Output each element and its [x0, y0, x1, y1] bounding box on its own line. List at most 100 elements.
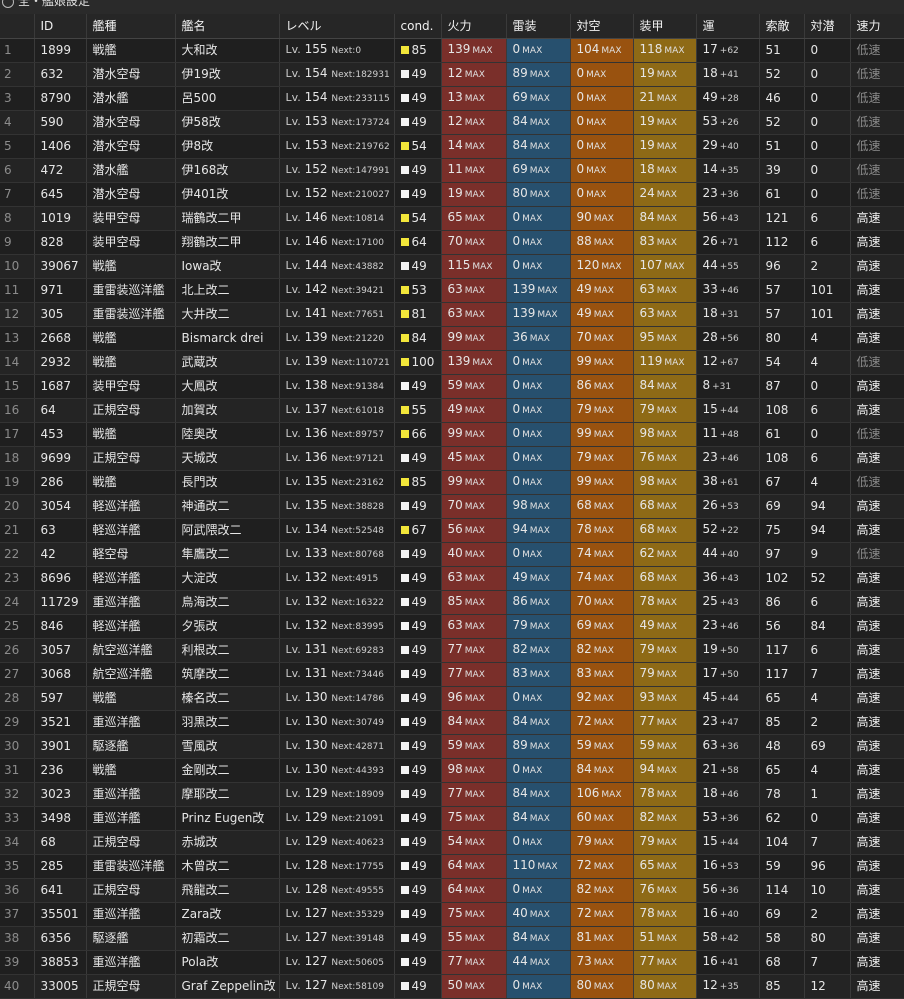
column-header-anti-air[interactable]: 対空: [570, 14, 634, 39]
table-header: ID 艦種 艦名 レベル cond. 火力 雷装 対空 装甲運索敵 対潜 速力: [0, 14, 904, 39]
table-row[interactable]: 21 63 軽巡洋艦 阿武隈改二 Lv. 134 Next:52548 67 56 MAX 94…: [0, 518, 904, 543]
column-header-luck[interactable]: 運: [696, 14, 760, 39]
table-row[interactable]: 33 3498 重巡洋艦 Prinz Eugen改 Lv. 129 Next:21091…: [0, 806, 904, 831]
ship-cond: 49: [394, 782, 442, 807]
table-row[interactable]: 10 39067 戦艦 Iowa改 Lv. 144 Next:43882 49 115 MAX…: [0, 254, 904, 279]
luck-remaining: +36: [719, 886, 739, 896]
stat-firepower: 19 MAX: [441, 182, 507, 207]
table-row[interactable]: 8 1019 装甲空母 瑞鶴改二甲 Lv. 146 Next:10814 54 65 MAX 0…: [0, 206, 904, 231]
table-row[interactable]: 24 11729 重巡洋艦 鳥海改二 Lv. 132 Next:16322 49 85 MAX…: [0, 590, 904, 615]
table-row[interactable]: 39 38853 重巡洋艦 Pola改 Lv. 127 Next:50605 49 77 MA…: [0, 950, 904, 975]
max-label: MAX: [464, 454, 485, 464]
table-row[interactable]: 38 6356 駆逐艦 初霜改二 Lv. 127 Next:39148 49 55 MAX 84…: [0, 926, 904, 951]
table-row[interactable]: 12 305 重雷装巡洋艦 大井改二 Lv. 141 Next:77651 81 63 MAX…: [0, 302, 904, 327]
ship-id: 64: [34, 398, 87, 423]
column-header-los[interactable]: 索敵: [759, 14, 805, 39]
table-row[interactable]: 3 8790 潜水艦 呂500 Lv. 154 Next:233115 49 13 MAX 69…: [0, 86, 904, 111]
row-number: 32: [0, 782, 35, 807]
max-label: MAX: [593, 454, 614, 464]
column-header-row-number[interactable]: [0, 14, 35, 39]
table-row[interactable]: 32 3023 重巡洋艦 摩耶改二 Lv. 129 Next:18909 49 77 MAX 8…: [0, 782, 904, 807]
luck-value: 28: [702, 330, 718, 344]
luck-value: 15: [702, 402, 718, 416]
firepower-value: 65: [447, 210, 463, 224]
table-row[interactable]: 18 9699 正規空母 天城改 Lv. 136 Next:97121 49 45 MAX 0 M…: [0, 446, 904, 471]
luck-remaining: +22: [719, 526, 739, 536]
next-exp-value: 80768: [355, 550, 384, 560]
stat-torpedo: 86 MAX: [506, 590, 571, 615]
column-header-cond[interactable]: cond.: [394, 14, 442, 39]
table-row[interactable]: 26 3057 航空巡洋艦 利根改二 Lv. 131 Next:69283 49 77 MAX…: [0, 638, 904, 663]
level-prefix: Lv.: [285, 739, 301, 752]
level-value: 152: [304, 186, 328, 200]
max-label: MAX: [593, 214, 614, 224]
column-header-firepower[interactable]: 火力: [441, 14, 507, 39]
table-row[interactable]: 22 42 軽空母 隼鷹改二 Lv. 133 Next:80768 49 40 MAX 0 MAX…: [0, 542, 904, 567]
table-row[interactable]: 28 597 戦艦 榛名改二 Lv. 130 Next:14786 49 96 MAX 0 MAX…: [0, 686, 904, 711]
column-header-torpedo[interactable]: 雷装: [506, 14, 571, 39]
firepower-value: 55: [447, 930, 463, 944]
column-header-ship-type[interactable]: 艦種: [86, 14, 176, 39]
table-row[interactable]: 27 3068 航空巡洋艦 筑摩改二 Lv. 131 Next:73446 49 77 MAX…: [0, 662, 904, 687]
luck-value: 26: [702, 234, 718, 248]
window-icon[interactable]: [2, 0, 14, 8]
table-row[interactable]: 4 590 潜水空母 伊58改 Lv. 153 Next:173724 49 12 MAX 84…: [0, 110, 904, 135]
max-label: MAX: [664, 262, 685, 272]
stat-torpedo: 94 MAX: [506, 518, 571, 543]
armor-value: 79: [639, 642, 655, 656]
table-row[interactable]: 6 472 潜水艦 伊168改 Lv. 152 Next:147991 49 11 MAX 69…: [0, 158, 904, 183]
column-header-armor[interactable]: 装甲: [633, 14, 697, 39]
firepower-value: 63: [447, 306, 463, 320]
max-label: MAX: [464, 214, 485, 224]
column-header-ship-name[interactable]: 艦名: [175, 14, 280, 39]
table-row[interactable]: 36 641 正規空母 飛龍改二 Lv. 128 Next:49555 49 64 MAX 0 M…: [0, 878, 904, 903]
ship-cond: 100: [394, 350, 442, 375]
table-row[interactable]: 14 2932 戦艦 武蔵改 Lv. 139 Next:110721 100 139 MAX 0…: [0, 350, 904, 375]
table-row[interactable]: 34 68 正規空母 赤城改 Lv. 129 Next:40623 49 54 MAX 0 MAX…: [0, 830, 904, 855]
table-row[interactable]: 30 3901 駆逐艦 雪風改 Lv. 130 Next:42871 49 59 MAX 89 M…: [0, 734, 904, 759]
ship-type: 潜水空母: [86, 134, 176, 159]
luck-value: 56: [702, 882, 718, 896]
column-header-id[interactable]: ID: [34, 14, 87, 39]
table-row[interactable]: 9 828 装甲空母 翔鶴改二甲 Lv. 146 Next:17100 64 70 MAX 0 M…: [0, 230, 904, 255]
column-header-level[interactable]: レベル: [279, 14, 395, 39]
stat-los: 57: [759, 302, 805, 327]
table-row[interactable]: 29 3521 重巡洋艦 羽黒改二 Lv. 130 Next:30749 49 84 MAX 8…: [0, 710, 904, 735]
table-row[interactable]: 19 286 戦艦 長門改 Lv. 135 Next:23162 85 99 MAX 0 MAX 9…: [0, 470, 904, 495]
table-row[interactable]: 1 1899 戦艦 大和改 Lv. 155 Next:0 85 139 MAX 0 MAX 104 M…: [0, 38, 904, 63]
ship-id: 971: [34, 278, 87, 303]
table-row[interactable]: 31 236 戦艦 金剛改二 Lv. 130 Next:44393 49 98 MAX 0 MAX…: [0, 758, 904, 783]
ship-level: Lv. 135 Next:38828: [279, 494, 395, 519]
table-row[interactable]: 37 35501 重巡洋艦 Zara改 Lv. 127 Next:35329 49 75 MA…: [0, 902, 904, 927]
stat-los: 121: [759, 206, 805, 231]
table-row[interactable]: 23 8696 軽巡洋艦 大淀改 Lv. 132 Next:4915 49 63 MAX 49 M…: [0, 566, 904, 591]
max-label: MAX: [529, 526, 550, 536]
stat-firepower: 64 MAX: [441, 878, 507, 903]
table-row[interactable]: 16 64 正規空母 加賀改 Lv. 137 Next:61018 55 49 MAX 0 MAX…: [0, 398, 904, 423]
table-row[interactable]: 15 1687 装甲空母 大鳳改 Lv. 138 Next:91384 49 59 MAX 0 M…: [0, 374, 904, 399]
armor-value: 68: [639, 522, 655, 536]
luck-value: 44: [702, 258, 718, 272]
table-row[interactable]: 7 645 潜水空母 伊401改 Lv. 152 Next:210027 49 19 MAX 8…: [0, 182, 904, 207]
cond-indicator: [400, 478, 409, 486]
column-header-speed[interactable]: 速力: [850, 14, 904, 39]
armor-value: 63: [639, 282, 655, 296]
table-row[interactable]: 2 632 潜水空母 伊19改 Lv. 154 Next:182931 49 12 MAX 89…: [0, 62, 904, 87]
table-row[interactable]: 5 1406 潜水空母 伊8改 Lv. 153 Next:219762 54 14 MAX 84…: [0, 134, 904, 159]
table-row[interactable]: 11 971 重雷装巡洋艦 北上改二 Lv. 142 Next:39421 53 63 MAX…: [0, 278, 904, 303]
column-header-asw[interactable]: 対潜: [804, 14, 851, 39]
table-row[interactable]: 40 33005 正規空母 Graf Zeppelin改 Lv. 127 Next:58…: [0, 974, 904, 999]
stat-speed: 高速: [850, 638, 904, 663]
stat-los: 85: [759, 974, 805, 999]
cond-value: 49: [411, 931, 427, 945]
next-prefix: Next:: [331, 190, 356, 200]
table-row[interactable]: 17 453 戦艦 陸奥改 Lv. 136 Next:89757 66 99 MAX 0 MAX 9…: [0, 422, 904, 447]
anti-air-value: 82: [576, 882, 592, 896]
max-label: MAX: [529, 910, 550, 920]
table-row[interactable]: 13 2668 戦艦 Bismarck drei Lv. 139 Next:21220 8…: [0, 326, 904, 351]
stat-asw: 0: [804, 806, 851, 831]
table-row[interactable]: 35 285 重雷装巡洋艦 木曾改二 Lv. 128 Next:17755 49 64 MAX…: [0, 854, 904, 879]
table-row[interactable]: 25 846 軽巡洋艦 夕張改 Lv. 132 Next:83995 49 63 MAX 79 M…: [0, 614, 904, 639]
max-label: MAX: [472, 46, 493, 56]
table-row[interactable]: 20 3054 軽巡洋艦 神通改二 Lv. 135 Next:38828 49 70 MAX 9…: [0, 494, 904, 519]
